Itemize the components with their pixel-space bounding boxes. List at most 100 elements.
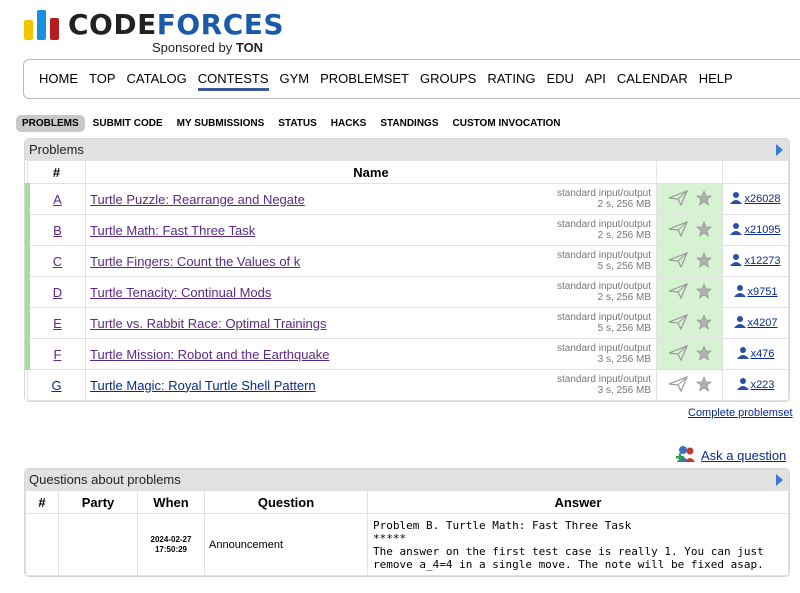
- nav-item-gym[interactable]: GYM: [280, 71, 310, 91]
- solved-count-link[interactable]: x476: [751, 348, 775, 360]
- solved-count-link[interactable]: x21095: [744, 224, 780, 236]
- favorite-star-icon[interactable]: [695, 220, 712, 240]
- problem-index-link[interactable]: C: [53, 254, 62, 269]
- contest-tab-standings[interactable]: STANDINGS: [374, 115, 444, 132]
- nav-item-groups[interactable]: GROUPS: [420, 71, 476, 91]
- contest-tab-my-submissions[interactable]: MY SUBMISSIONS: [171, 115, 271, 132]
- problem-actions-cell: [656, 183, 723, 215]
- problem-name-cell: Turtle vs. Rabbit Race: Optimal Training…: [85, 307, 657, 339]
- nav-item-catalog[interactable]: CATALOG: [127, 71, 187, 91]
- problem-row: C Turtle Fingers: Count the Values of k st…: [25, 245, 789, 277]
- nav-item-api[interactable]: API: [585, 71, 606, 91]
- problem-name-link[interactable]: Turtle Puzzle: Rearrange and Negate: [90, 192, 305, 207]
- problem-limits: standard input/output 2 s, 256 MB: [557, 219, 651, 241]
- col-party-header: Party: [58, 490, 138, 514]
- nav-item-rating[interactable]: RATING: [487, 71, 535, 91]
- complete-problemset-link[interactable]: Complete problemset: [688, 407, 793, 419]
- problem-name-link[interactable]: Turtle vs. Rabbit Race: Optimal Training…: [90, 316, 327, 331]
- question-text: Announcement: [204, 513, 368, 576]
- user-icon: [733, 284, 746, 300]
- toggle-arrow-icon[interactable]: [776, 144, 783, 156]
- toggle-arrow-icon[interactable]: [776, 474, 783, 486]
- nav-item-top[interactable]: TOP: [89, 71, 116, 91]
- questions-box: Questions about problems # Party When Qu…: [24, 468, 790, 577]
- nav-item-edu[interactable]: EDU: [546, 71, 573, 91]
- problems-caption: Problems: [25, 139, 789, 160]
- submit-icon[interactable]: [668, 189, 688, 209]
- contest-tab-problems[interactable]: PROBLEMS: [16, 115, 85, 132]
- problem-name-link[interactable]: Turtle Fingers: Count the Values of k: [90, 254, 300, 269]
- problem-limits: standard input/output 3 s, 256 MB: [557, 374, 651, 396]
- problem-row: A Turtle Puzzle: Rearrange and Negate stan…: [25, 183, 789, 215]
- nav-item-problemset[interactable]: PROBLEMSET: [320, 71, 409, 91]
- solved-count-link[interactable]: x12273: [744, 255, 780, 267]
- problem-name-link[interactable]: Turtle Mission: Robot and the Earthquake: [90, 347, 329, 362]
- contest-tab-custom-invocation[interactable]: CUSTOM INVOCATION: [447, 115, 567, 132]
- problem-index-cell: A: [25, 183, 86, 215]
- problem-index-cell: E: [25, 307, 86, 339]
- problem-index-cell: G: [27, 369, 86, 401]
- problem-index-link[interactable]: F: [54, 347, 62, 362]
- problem-name-link[interactable]: Turtle Magic: Royal Turtle Shell Pattern: [90, 378, 316, 393]
- problem-actions-cell: [656, 245, 723, 277]
- problem-index-link[interactable]: D: [53, 285, 62, 300]
- solved-count-cell: x476: [722, 338, 789, 370]
- problems-table: # Name A Turtle Puzzle: Rearrange and Neg…: [25, 160, 789, 401]
- solved-count-link[interactable]: x4207: [748, 317, 778, 329]
- ask-question-link[interactable]: Ask a question: [675, 444, 786, 467]
- problem-name-cell: Turtle Fingers: Count the Values of k sta…: [85, 245, 657, 277]
- favorite-star-icon[interactable]: [695, 344, 712, 364]
- contest-tab-hacks[interactable]: HACKS: [325, 115, 373, 132]
- problem-index-link[interactable]: A: [53, 192, 62, 207]
- favorite-star-icon[interactable]: [695, 189, 712, 209]
- favorite-star-icon[interactable]: [695, 375, 712, 395]
- col-index-header: #: [25, 490, 59, 514]
- solved-count-cell: x26028: [722, 183, 789, 215]
- nav-item-contests[interactable]: CONTESTS: [197, 71, 269, 91]
- submit-icon[interactable]: [668, 251, 688, 271]
- favorite-star-icon[interactable]: [695, 282, 712, 302]
- solved-count-cell: x9751: [722, 276, 789, 308]
- solved-count-link[interactable]: x9751: [748, 286, 778, 298]
- problem-actions-cell: [656, 276, 723, 308]
- solved-count-link[interactable]: x223: [751, 379, 775, 391]
- submit-icon[interactable]: [668, 375, 688, 395]
- solved-count-link[interactable]: x26028: [744, 193, 780, 205]
- col-when-header: When: [137, 490, 205, 514]
- favorite-star-icon[interactable]: [695, 313, 712, 333]
- problem-limits: standard input/output 2 s, 256 MB: [557, 188, 651, 210]
- contest-tab-submit-code[interactable]: SUBMIT CODE: [87, 115, 169, 132]
- problem-name-link[interactable]: Turtle Math: Fast Three Task: [90, 223, 255, 238]
- logo-bars-icon: [22, 6, 62, 40]
- nav-item-help[interactable]: HELP: [699, 71, 733, 91]
- problem-actions-cell: [656, 307, 723, 339]
- col-answer-header: Answer: [367, 490, 789, 514]
- problem-index-link[interactable]: B: [53, 223, 62, 238]
- submit-icon[interactable]: [668, 282, 688, 302]
- user-icon: [730, 222, 743, 238]
- submit-icon[interactable]: [668, 344, 688, 364]
- questions-table: # Party When Question Answer 2024-02-27 1…: [25, 490, 789, 576]
- favorite-star-icon[interactable]: [695, 251, 712, 271]
- question-party: [58, 513, 138, 576]
- problem-row: B Turtle Math: Fast Three Task standard in…: [25, 214, 789, 246]
- problem-index-link[interactable]: E: [53, 316, 62, 331]
- submit-icon[interactable]: [668, 313, 688, 333]
- ask-question-icon: [676, 446, 695, 462]
- nav-item-home[interactable]: HOME: [39, 71, 78, 91]
- contest-tab-status[interactable]: STATUS: [272, 115, 323, 132]
- question-index: [25, 513, 59, 576]
- nav-item-calendar[interactable]: CALENDAR: [617, 71, 688, 91]
- codeforces-logo[interactable]: CODEFORCES Sponsored by TON: [22, 6, 284, 55]
- problem-name-cell: Turtle Tenacity: Continual Mods standard …: [85, 276, 657, 308]
- user-icon: [736, 377, 749, 393]
- problem-name-cell: Turtle Puzzle: Rearrange and Negate stand…: [85, 183, 657, 215]
- problem-name-link[interactable]: Turtle Tenacity: Continual Mods: [90, 285, 271, 300]
- problem-index-link[interactable]: G: [51, 378, 61, 393]
- problem-index-cell: C: [25, 245, 86, 277]
- submit-icon[interactable]: [668, 220, 688, 240]
- problem-actions-cell: [656, 338, 723, 370]
- solved-count-cell: x4207: [722, 307, 789, 339]
- problem-index-cell: D: [25, 276, 86, 308]
- problem-row: F Turtle Mission: Robot and the Earthquak…: [25, 338, 789, 370]
